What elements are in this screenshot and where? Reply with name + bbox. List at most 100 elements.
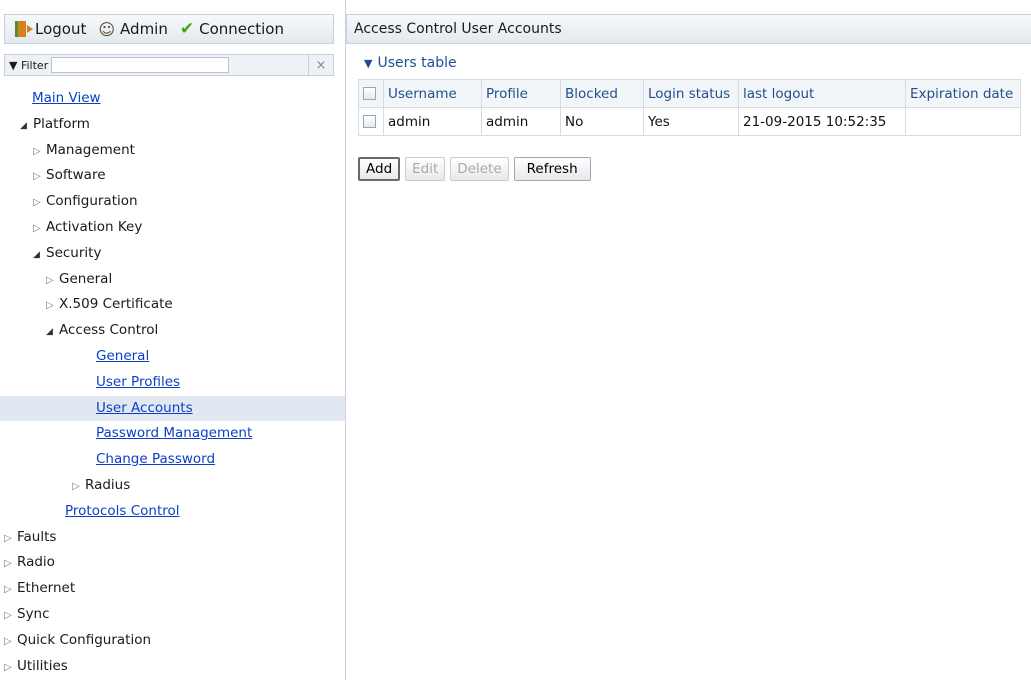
tree-item-security[interactable]: ◢ Security — [0, 241, 345, 267]
expanded-caret-icon[interactable]: ◢ — [46, 320, 59, 346]
tree-item-user-profiles[interactable]: User Profiles — [0, 370, 345, 396]
tree-label[interactable]: Ethernet — [17, 580, 75, 596]
tree-item-quick-configuration[interactable]: ▷ Quick Configuration — [0, 628, 345, 654]
select-all-checkbox[interactable] — [363, 87, 376, 100]
tree-label[interactable]: Radius — [85, 477, 130, 493]
tree-item-utilities[interactable]: ▷ Utilities — [0, 654, 345, 680]
users-table-section-toggle[interactable]: ▼ Users table — [364, 55, 457, 71]
collapsed-caret-icon[interactable]: ▷ — [33, 164, 46, 190]
cell-username: admin — [383, 107, 482, 136]
column-header-last-logout[interactable]: last logout — [738, 79, 906, 108]
expanded-caret-icon[interactable]: ◢ — [20, 114, 33, 140]
collapsed-caret-icon[interactable]: ▷ — [46, 268, 59, 294]
tree-label[interactable]: Access Control — [59, 322, 158, 338]
tree-item-platform[interactable]: ◢ Platform — [0, 112, 345, 138]
cell-profile: admin — [481, 107, 561, 136]
logout-button[interactable]: Logout — [15, 20, 86, 38]
navigation-tree: Main View ◢ Platform ▷ Management ▷ Softwar… — [0, 86, 345, 679]
checkmark-icon: ✔ — [179, 19, 195, 39]
tree-link[interactable]: General — [96, 348, 149, 364]
filter-label: Filter — [20, 58, 49, 72]
column-header-profile[interactable]: Profile — [481, 79, 561, 108]
tree-link[interactable]: Change Password — [96, 451, 215, 467]
filter-input[interactable] — [51, 57, 230, 73]
cell-last-logout: 21-09-2015 10:52:35 — [738, 107, 906, 136]
users-table: Username Profile Blocked Login status la… — [358, 79, 1021, 136]
tree-item-software[interactable]: ▷ Software — [0, 163, 345, 189]
tree-link[interactable]: Password Management — [96, 425, 252, 441]
collapsed-caret-icon[interactable]: ▷ — [4, 629, 17, 655]
cell-blocked: No — [560, 107, 644, 136]
admin-label: Admin — [120, 20, 168, 38]
tree-label[interactable]: Utilities — [17, 658, 68, 674]
tree-item-main-view[interactable]: Main View — [0, 86, 345, 112]
tree-label[interactable]: Sync — [17, 606, 50, 622]
row-select-cell — [358, 107, 384, 136]
tree-label[interactable]: X.509 Certificate — [59, 296, 173, 312]
tree-link[interactable]: User Profiles — [96, 374, 180, 390]
column-header-blocked[interactable]: Blocked — [560, 79, 644, 108]
tree-label[interactable]: Radio — [17, 554, 55, 570]
section-title: Users table — [377, 55, 457, 71]
tree-item-sync[interactable]: ▷ Sync — [0, 602, 345, 628]
tree-label[interactable]: General — [59, 271, 112, 287]
column-header-username[interactable]: Username — [383, 79, 482, 108]
tree-item-password-management[interactable]: Password Management — [0, 421, 345, 447]
tree-label[interactable]: Configuration — [46, 193, 138, 209]
collapsed-caret-icon[interactable]: ▷ — [33, 216, 46, 242]
tree-item-radio[interactable]: ▷ Radio — [0, 550, 345, 576]
table-actions: Add Edit Delete Refresh — [358, 157, 596, 181]
collapsed-caret-icon[interactable]: ▷ — [72, 474, 85, 500]
tree-item-radius[interactable]: ▷ Radius — [0, 473, 345, 499]
cell-expiration-date — [905, 107, 1021, 136]
tree-item-ac-general[interactable]: General — [0, 344, 345, 370]
refresh-button[interactable]: Refresh — [513, 157, 591, 181]
tree-link[interactable]: User Accounts — [96, 400, 193, 416]
delete-button: Delete — [450, 157, 509, 181]
collapsed-caret-icon[interactable]: ▷ — [4, 551, 17, 577]
column-header-login-status[interactable]: Login status — [643, 79, 739, 108]
tree-item-user-accounts[interactable]: User Accounts — [0, 395, 345, 422]
collapsed-caret-icon[interactable]: ▷ — [4, 526, 17, 552]
tree-label[interactable]: Management — [46, 142, 135, 158]
cell-login-status: Yes — [643, 107, 739, 136]
tree-label[interactable]: Activation Key — [46, 219, 142, 235]
connection-button[interactable]: ✔ Connection — [180, 19, 284, 39]
table-row[interactable]: admin admin No Yes 21-09-2015 10:52:35 — [358, 107, 1021, 136]
select-all-cell — [358, 79, 384, 108]
collapse-triangle-icon[interactable]: ▼ — [364, 57, 372, 70]
tree-item-x509-certificate[interactable]: ▷ X.509 Certificate — [0, 292, 345, 318]
collapsed-caret-icon[interactable]: ▷ — [33, 139, 46, 165]
page-title: Access Control User Accounts — [346, 14, 1031, 44]
tree-item-ethernet[interactable]: ▷ Ethernet — [0, 576, 345, 602]
collapsed-caret-icon[interactable]: ▷ — [4, 603, 17, 629]
collapsed-caret-icon[interactable]: ▷ — [4, 577, 17, 603]
tree-item-change-password[interactable]: Change Password — [0, 447, 345, 473]
tree-label[interactable]: Quick Configuration — [17, 632, 151, 648]
tree-item-protocols-control[interactable]: Protocols Control — [0, 499, 345, 525]
column-header-expiration-date[interactable]: Expiration date — [905, 79, 1021, 108]
tree-item-faults[interactable]: ▷ Faults — [0, 525, 345, 551]
tree-item-access-control[interactable]: ◢ Access Control — [0, 318, 345, 344]
tree-link[interactable]: Main View — [32, 90, 101, 106]
tree-link[interactable]: Protocols Control — [65, 503, 180, 519]
tree-label[interactable]: Platform — [33, 116, 90, 132]
add-button[interactable]: Add — [358, 157, 401, 181]
tree-label[interactable]: Faults — [17, 529, 56, 545]
tree-label[interactable]: Software — [46, 167, 106, 183]
row-checkbox[interactable] — [363, 115, 376, 128]
tree-item-configuration[interactable]: ▷ Configuration — [0, 189, 345, 215]
tree-item-management[interactable]: ▷ Management — [0, 138, 345, 164]
collapsed-caret-icon[interactable]: ▷ — [4, 655, 17, 680]
expanded-caret-icon[interactable]: ◢ — [33, 243, 46, 269]
tree-label[interactable]: Security — [46, 245, 101, 261]
edit-button: Edit — [405, 157, 446, 181]
admin-button[interactable]: ☺ Admin — [98, 20, 168, 39]
collapsed-caret-icon[interactable]: ▷ — [46, 293, 59, 319]
tree-item-general[interactable]: ▷ General — [0, 267, 345, 293]
tree-item-activation-key[interactable]: ▷ Activation Key — [0, 215, 345, 241]
collapsed-caret-icon[interactable]: ▷ — [33, 190, 46, 216]
filter-toggle[interactable]: ▼ Filter — [9, 59, 48, 72]
logout-icon — [15, 21, 33, 37]
clear-filter-icon[interactable]: × — [308, 55, 333, 75]
